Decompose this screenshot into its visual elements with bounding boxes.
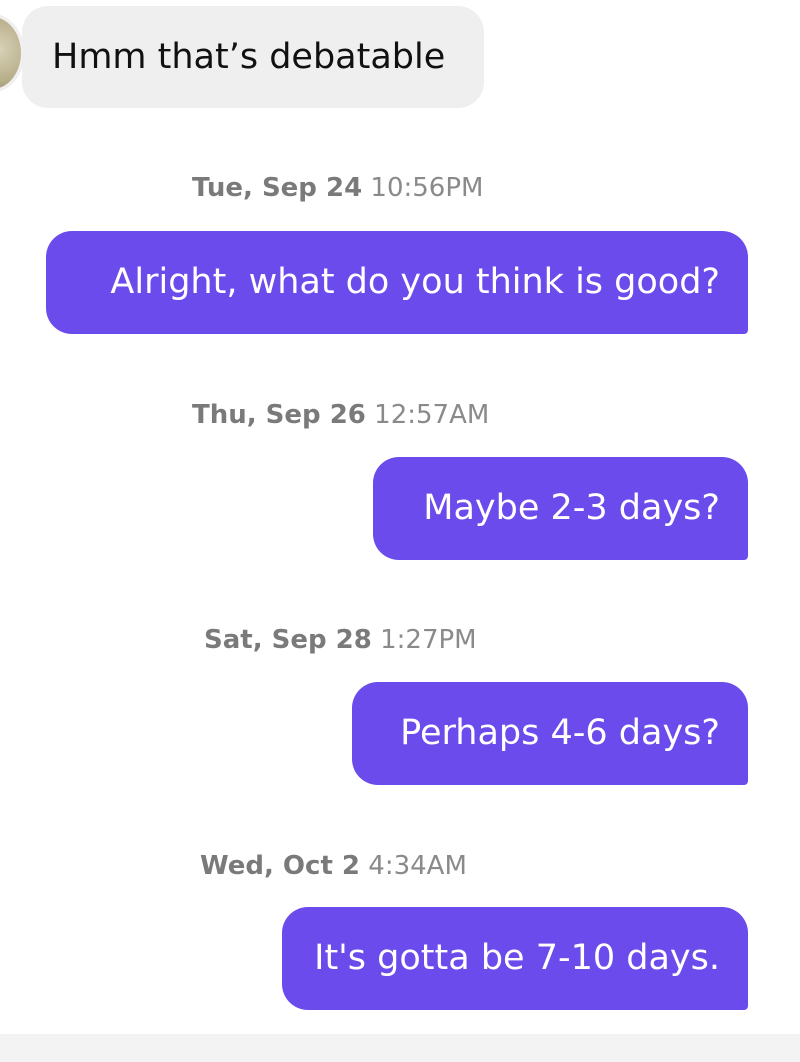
contact-avatar[interactable]	[0, 14, 24, 92]
message-text: Alright, what do you think is good?	[110, 262, 720, 302]
timestamp-time: 4:34AM	[368, 851, 467, 881]
message-text: Hmm that’s debatable	[52, 36, 446, 77]
timestamp-day: Sat, Sep 28	[204, 625, 372, 655]
message-timestamp: Thu, Sep 26 12:57AM	[192, 402, 489, 428]
bottom-divider	[0, 1034, 800, 1062]
sent-message-bubble[interactable]: It's gotta be 7-10 days.	[282, 907, 748, 1010]
timestamp-time: 12:57AM	[374, 400, 490, 430]
sent-message-bubble[interactable]: Maybe 2-3 days?	[373, 457, 748, 560]
message-text: Perhaps 4-6 days?	[400, 713, 720, 753]
timestamp-day: Thu, Sep 26	[192, 400, 366, 430]
received-message-bubble[interactable]: Hmm that’s debatable	[22, 6, 484, 108]
timestamp-time: 10:56PM	[370, 173, 484, 203]
message-text: Maybe 2-3 days?	[423, 488, 720, 528]
timestamp-day: Wed, Oct 2	[200, 851, 361, 881]
timestamp-day: Tue, Sep 24	[192, 173, 363, 203]
message-thread[interactable]: Hmm that’s debatable Tue, Sep 24 10:56PM…	[0, 0, 800, 1062]
message-timestamp: Wed, Oct 2 4:34AM	[200, 853, 467, 879]
timestamp-time: 1:27PM	[380, 625, 477, 655]
message-timestamp: Sat, Sep 28 1:27PM	[204, 627, 477, 653]
sent-message-bubble[interactable]: Alright, what do you think is good?	[46, 231, 748, 334]
sent-message-bubble[interactable]: Perhaps 4-6 days?	[352, 682, 748, 785]
message-text: It's gotta be 7-10 days.	[314, 938, 720, 978]
message-timestamp: Tue, Sep 24 10:56PM	[192, 175, 483, 201]
